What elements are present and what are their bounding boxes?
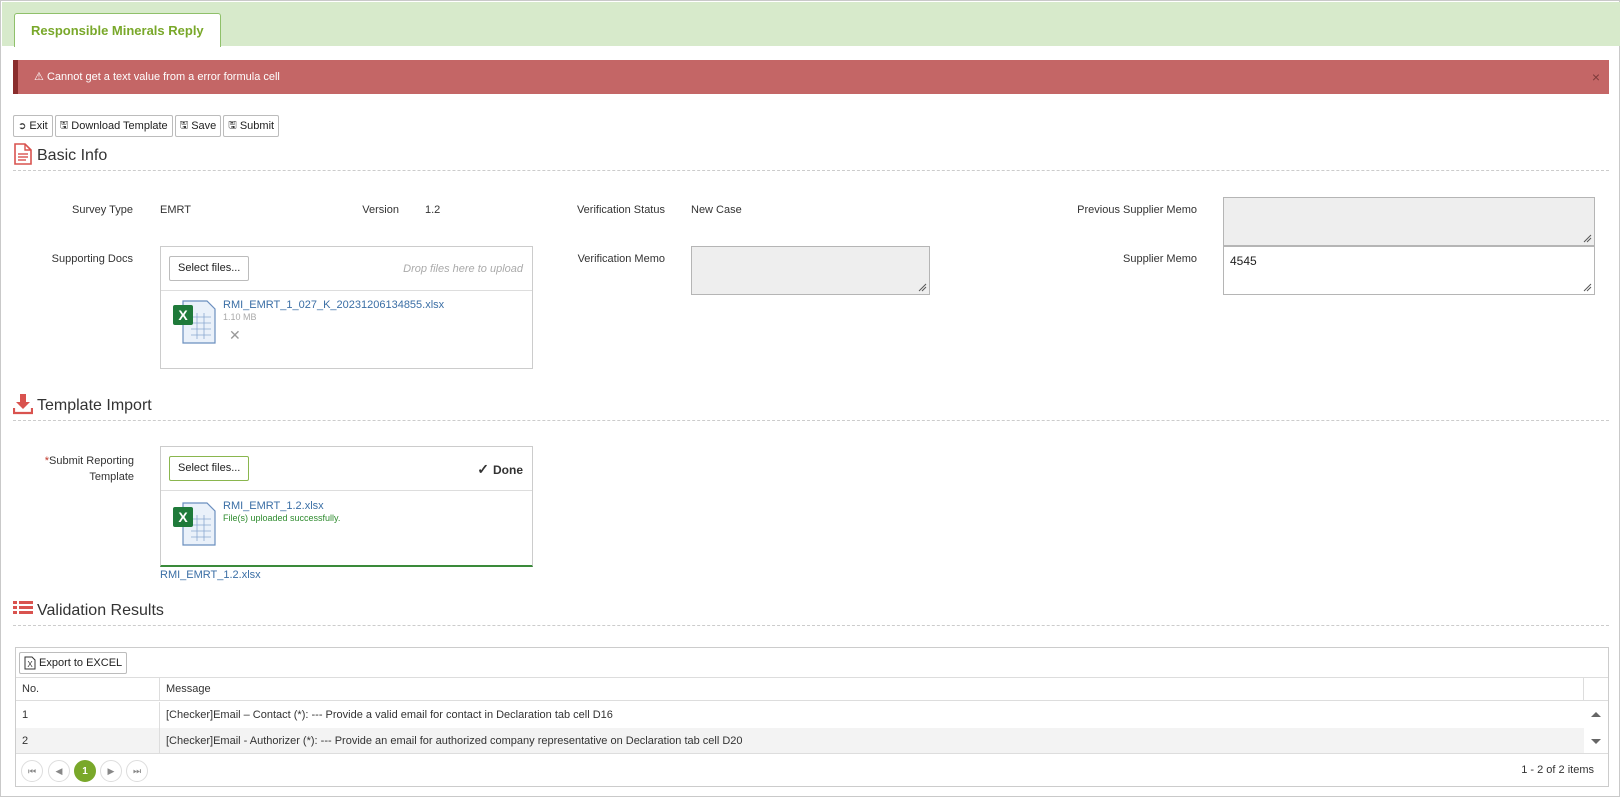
supplier-memo-label: Supplier Memo [1123,253,1197,265]
verification-memo-label: Verification Memo [577,253,665,265]
download-icon [13,394,33,415]
export-label: Export to EXCEL [39,657,123,669]
cell-no: 1 [16,702,160,728]
list-icon [13,601,33,614]
tab-label: Responsible Minerals Reply [31,23,204,38]
save-label: Save [191,120,217,132]
alert-message: Cannot get a text value from a error for… [46,71,280,83]
next-page-button[interactable]: ▶ [100,760,122,782]
prev-page-button[interactable]: ◀ [48,760,70,782]
upload-header: Select files... Drop files here to uploa… [161,247,532,291]
download-template-button[interactable]: 🖫 Download Template [54,115,173,137]
column-header-message[interactable]: Message [160,678,1584,700]
version-value: 1.2 [425,204,441,216]
app-frame: Responsible Minerals Reply ⚠ Cannot get … [0,0,1620,797]
resize-grip-icon[interactable] [918,283,927,292]
submit-reporting-template-label: *Submit Reporting Template [31,453,134,485]
supporting-docs-upload[interactable]: Select files... Drop files here to uploa… [160,246,533,369]
last-page-button[interactable]: ⏭ [126,760,148,782]
save-button[interactable]: 🖫 Save [174,115,222,137]
first-page-button[interactable]: ⏮ [21,760,43,782]
exit-button[interactable]: ➲ Exit [13,115,53,137]
select-files-button[interactable]: Select files... [169,456,250,481]
svg-text:X: X [178,509,188,525]
section-title: Validation Results [37,602,164,619]
alert-message-wrap: ⚠ Cannot get a text value from a error f… [34,70,280,83]
excel-file-icon: X [173,502,216,546]
survey-type-value: EMRT [160,204,191,216]
supplier-memo-text: 4545 [1230,254,1257,268]
verification-memo-field [691,246,930,295]
validation-grid: X Export to EXCEL No. Message 1 [Checker… [15,647,1609,787]
done-label: Done [493,463,523,477]
file-link[interactable]: RMI_EMRT_1.2.xlsx [223,500,324,512]
floppy-icon: 🖫 [179,119,189,131]
excel-file-icon: X [173,300,216,344]
supporting-docs-label: Supporting Docs [51,253,133,265]
template-upload[interactable]: Select files... ✓ Done X RMI_EMRT_1.2.xls… [160,446,533,567]
floppy-icon: 🖫 [228,119,237,131]
excel-export-icon: X [24,656,36,670]
scroll-arrows-icon [1591,712,1601,744]
cell-message: [Checker]Email - Authorizer (*): --- Pro… [166,735,743,747]
verification-status-label: Verification Status [576,204,665,216]
export-excel-button[interactable]: X Export to EXCEL [19,652,128,674]
table-row[interactable]: 2 [Checker]Email - Authorizer (*): --- P… [16,728,1584,754]
exit-label: Exit [29,120,48,132]
upload-header: Select files... ✓ Done [161,447,532,491]
svg-text:X: X [178,307,188,323]
section-title: Basic Info [37,147,108,164]
remove-file-icon[interactable]: ✕ [229,327,241,344]
validation-results-header: Validation Results [13,596,1609,626]
floppy-icon: 🖫 [59,119,69,131]
grid-toolbar: X Export to EXCEL [16,648,1608,678]
toolbar: ➲ Exit 🖫 Download Template 🖫 Save 🖫 Subm… [13,115,280,137]
basic-info-header: Basic Info [13,141,1609,171]
tab-responsible-minerals-reply[interactable]: Responsible Minerals Reply [14,13,221,47]
cell-message: [Checker]Email – Contact (*): --- Provid… [166,709,613,721]
previous-supplier-memo-field [1223,197,1595,246]
version-label: Version [362,204,399,216]
download-label: Download Template [71,120,168,132]
document-icon [14,143,32,165]
file-size: 1.10 MB [223,312,257,322]
tab-bar: Responsible Minerals Reply [2,2,1620,47]
submit-button[interactable]: 🖫 Submit [223,115,280,137]
resize-grip-icon[interactable] [1583,283,1592,292]
label-line1: Submit Reporting [49,455,134,467]
survey-type-label: Survey Type [72,204,133,216]
warning-icon: ⚠ [34,71,44,83]
section-title: Template Import [37,397,152,414]
page-info: 1 - 2 of 2 items [1521,764,1594,776]
grid-scrollbar[interactable] [1584,702,1608,754]
drop-hint: Drop files here to upload [403,263,523,275]
previous-supplier-memo-label: Previous Supplier Memo [1077,204,1197,216]
verification-status-value: New Case [691,204,742,216]
error-alert: ⚠ Cannot get a text value from a error f… [13,60,1609,94]
close-icon[interactable]: × [1592,69,1600,85]
cell-no: 2 [16,728,160,754]
template-import-header: Template Import [13,391,1609,421]
svg-text:X: X [27,660,33,669]
select-files-button[interactable]: Select files... [169,256,250,281]
submit-label: Submit [239,120,275,132]
table-row[interactable]: 1 [Checker]Email – Contact (*): --- Prov… [16,702,1584,728]
upload-status: File(s) uploaded successfully. [223,513,341,523]
page-number-button[interactable]: 1 [74,760,96,782]
resize-grip-icon[interactable] [1583,234,1592,243]
file-link[interactable]: RMI_EMRT_1_027_K_20231206134855.xlsx [223,299,444,311]
uploaded-file-link[interactable]: RMI_EMRT_1.2.xlsx [160,569,261,581]
grid-header: No. Message [16,678,1608,701]
column-header-no[interactable]: No. [16,678,160,700]
supplier-memo-field[interactable]: 4545 [1223,246,1595,295]
done-status: ✓ Done [477,461,523,478]
label-line2: Template [89,471,134,483]
pager: ⏮ ◀ 1 ▶ ⏭ 1 - 2 of 2 items [16,753,1608,786]
exit-icon: ➲ [18,120,27,132]
check-icon: ✓ [477,461,489,477]
